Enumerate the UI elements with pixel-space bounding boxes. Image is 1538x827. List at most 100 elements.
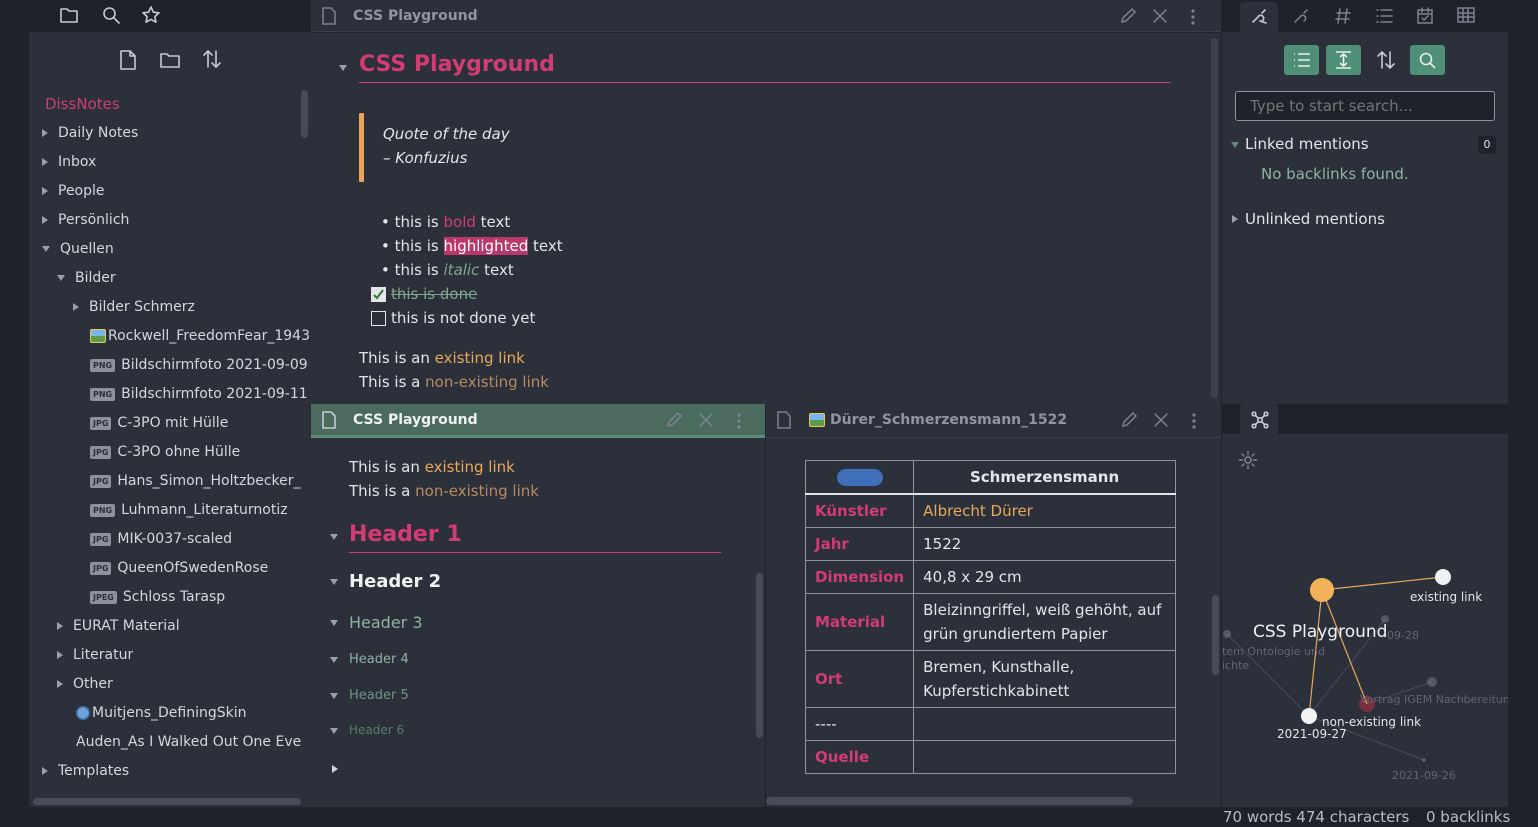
top-editor: CSS Playground Quote of the day – Konfuz… (311, 33, 1221, 404)
document-icon (777, 411, 791, 429)
note-heading: CSS Playground (359, 52, 555, 77)
graph-faded-label: ichte (1222, 659, 1250, 672)
edit-icon[interactable] (665, 411, 683, 429)
table-icon[interactable] (1457, 7, 1475, 23)
tree-file[interactable]: JPG QueenOfSwedenRose (90, 554, 268, 583)
graph-faded-label: 09-28 (1387, 629, 1419, 642)
tree-file[interactable]: JPEG Schloss Tarasp (90, 583, 225, 612)
non-existing-link[interactable]: non-existing link (415, 482, 539, 500)
tree-file[interactable]: Rockwell_FreedomFear_1943 (90, 322, 310, 351)
edit-icon[interactable] (1119, 7, 1137, 25)
fold-indicator-icon[interactable] (330, 620, 338, 626)
tree-folder[interactable]: Quellen (42, 235, 114, 264)
task-checkbox-checked[interactable] (371, 287, 386, 302)
existing-link-node (1435, 569, 1451, 585)
tree-folder[interactable]: People (42, 177, 105, 206)
unlinked-mentions-header[interactable]: Unlinked mentions (1245, 210, 1385, 228)
table-header-tags (804, 460, 915, 495)
globe-emoji-icon (76, 706, 90, 720)
top-editor-scrollbar[interactable] (1211, 38, 1218, 398)
tree-folder[interactable]: Templates (42, 757, 129, 786)
tree-file[interactable]: JPG MIK-0037-scaled (90, 525, 232, 554)
more-options-icon[interactable] (1191, 412, 1197, 430)
tree-file[interactable]: PNG Bildschirmfoto 2021-09-11 u (90, 380, 311, 409)
paragraph-line: This is an existing link (359, 349, 525, 367)
collapse-indicator-icon (42, 216, 48, 224)
calendar-icon[interactable] (1416, 6, 1434, 25)
local-graph[interactable]: CSS Playground existing link non-existin… (1222, 434, 1508, 807)
tree-file[interactable]: JPG C-3PO ohne Hülle (90, 438, 240, 467)
quote-line-1: Quote of the day (383, 125, 510, 143)
fold-indicator-icon[interactable] (330, 579, 338, 585)
word-count: 70 words 474 characters (1223, 808, 1410, 826)
collapse-indicator-icon[interactable] (1232, 215, 1238, 223)
new-folder-icon[interactable] (159, 51, 181, 69)
tree-file[interactable]: PNG Bildschirmfoto 2021-09-09 u (90, 351, 311, 380)
bottom-left-scrollbar[interactable] (756, 573, 763, 738)
artist-link[interactable]: Albrecht Dürer (913, 493, 1176, 528)
more-options-icon[interactable] (736, 412, 742, 430)
edit-icon[interactable] (1120, 411, 1138, 429)
outgoing-links-icon[interactable] (1292, 7, 1312, 25)
new-note-icon[interactable] (119, 49, 137, 71)
fold-indicator-icon[interactable] (330, 657, 338, 663)
expand-indicator-icon[interactable] (1231, 142, 1239, 148)
tree-file[interactable]: JPG C-3PO mit Hülle (90, 409, 228, 438)
fold-indicator-icon[interactable] (330, 534, 338, 540)
sort-icon[interactable] (1376, 49, 1396, 71)
close-icon[interactable] (699, 413, 713, 427)
task-checkbox[interactable] (371, 311, 386, 326)
graph-view-icon[interactable] (1250, 410, 1270, 430)
fold-indicator-icon[interactable] (332, 765, 338, 773)
fold-indicator-icon[interactable] (330, 728, 338, 734)
sort-icon[interactable] (202, 48, 222, 70)
linked-mentions-header[interactable]: Linked mentions (1245, 135, 1369, 153)
existing-link[interactable]: existing link (435, 349, 525, 367)
bottom-left-pane-header: CSS Playground (311, 404, 765, 438)
sidebar-horizontal-scrollbar[interactable] (33, 798, 301, 805)
backlinks-icon[interactable] (1250, 7, 1270, 25)
pane-title: CSS Playground (353, 412, 478, 428)
fold-indicator-icon[interactable] (339, 65, 347, 71)
tree-folder[interactable]: Inbox (42, 148, 96, 177)
backlink-search-input[interactable] (1235, 91, 1495, 121)
star-icon[interactable] (141, 5, 161, 25)
tree-folder[interactable]: Bilder (57, 264, 116, 293)
collapse-results-button[interactable] (1284, 45, 1319, 75)
outline-icon[interactable] (1375, 7, 1393, 25)
tree-folder[interactable]: Bilder Schmerz (73, 293, 195, 322)
bottom-mid-scrollbar[interactable] (1212, 595, 1219, 675)
tags-icon[interactable] (1335, 7, 1351, 25)
search-toggle-button[interactable] (1410, 45, 1445, 75)
close-icon[interactable] (1154, 413, 1168, 427)
non-existing-link[interactable]: non-existing link (425, 373, 549, 391)
bottom-mid-horizontal-scrollbar[interactable] (766, 797, 1133, 805)
folder-icon[interactable] (59, 6, 79, 24)
fold-indicator-icon[interactable] (330, 693, 338, 699)
table-row: Künstler Albrecht Dürer (804, 493, 1176, 528)
table-row: Material Bleizinngriffel, weiß gehöht, a… (804, 593, 1176, 651)
graph-canvas[interactable] (1222, 434, 1508, 807)
tree-file[interactable]: PNG Luhmann_Literaturnotiz (90, 496, 288, 525)
existing-link[interactable]: existing link (425, 458, 515, 476)
tree-file[interactable]: JPGHans_Simon_Holtzbecker_-_A (90, 467, 301, 496)
tree-file[interactable]: Auden_As I Walked Out One Evening (76, 728, 301, 757)
sidebar-scrollbar[interactable] (301, 90, 308, 138)
tree-file[interactable]: Muitjens_DefiningSkin (76, 699, 247, 728)
bullet-item: • this is italic text (381, 261, 514, 279)
show-context-button[interactable] (1326, 45, 1361, 75)
tree-folder[interactable]: EURAT Material (57, 612, 180, 641)
tree-folder[interactable]: Other (57, 670, 113, 699)
close-icon[interactable] (1153, 9, 1167, 23)
tree-folder[interactable]: Daily Notes (42, 119, 138, 148)
heading-underline (359, 82, 1171, 83)
expand-indicator-icon (57, 275, 65, 281)
tree-folder[interactable]: Persönlich (42, 206, 129, 235)
paragraph-line: This is a non-existing link (349, 482, 539, 500)
bottom-mid-pane-header: Dürer_Schmerzensmann_1522 (766, 404, 1221, 438)
tree-folder[interactable]: Literatur (57, 641, 133, 670)
backlink-count: 0 backlinks (1426, 808, 1511, 826)
header-6: Header 6 (349, 723, 405, 737)
more-options-icon[interactable] (1190, 8, 1196, 26)
search-icon[interactable] (102, 6, 120, 24)
